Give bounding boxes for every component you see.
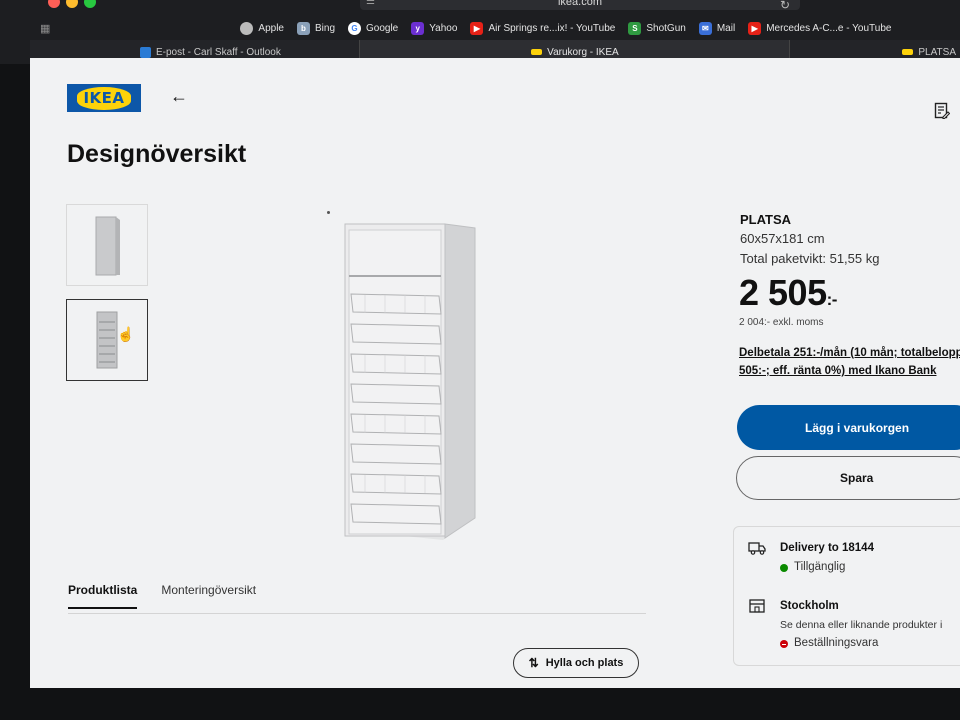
installment-line-2: 505:-; eff. ränta 0%) med Ikano Bank xyxy=(739,365,937,377)
bookmark-label: Air Springs re...ix! - YouTube xyxy=(488,22,616,34)
order-item-status-dot xyxy=(780,640,788,648)
availability-box: Delivery to 18144 Tillgänglig Stockholm … xyxy=(733,526,960,666)
delivery-title: Delivery to 18144 xyxy=(780,542,874,554)
installment-link[interactable]: Delbetala 251:-/mån (10 mån; totalbelopp… xyxy=(739,344,960,380)
back-arrow-icon[interactable]: ← xyxy=(170,86,188,107)
bookmark-label: ShotGun xyxy=(646,22,686,34)
document-edit-icon[interactable] xyxy=(934,102,950,120)
tab-label: Varukorg - IKEA xyxy=(547,46,619,58)
wardrobe-baskets-thumbnail-image xyxy=(96,311,118,369)
browser-chrome: ikea.com ☰ ↻ ▦ Apple b Bing G Google y Y… xyxy=(0,0,960,64)
bookmark-shotgun[interactable]: S ShotGun xyxy=(628,21,686,35)
bookmarks-bar: ▦ Apple b Bing G Google y Yahoo ▶ Air Sp… xyxy=(40,18,960,38)
close-window-button[interactable] xyxy=(48,0,60,8)
youtube-icon: ▶ xyxy=(748,21,762,35)
youtube-icon: ▶ xyxy=(470,21,484,35)
price-suffix: :- xyxy=(826,290,838,309)
bing-icon: b xyxy=(296,21,310,35)
minimize-window-button[interactable] xyxy=(66,0,78,8)
thumbnail-open-view[interactable]: ☝ xyxy=(66,299,148,381)
product-price: 2 505:- xyxy=(739,272,837,314)
bookmark-yahoo[interactable]: y Yahoo xyxy=(411,21,458,35)
logo-oval: IKEA xyxy=(77,86,131,110)
bookmark-label: Mercedes A-C...e - YouTube xyxy=(766,22,892,34)
url-text: ikea.com xyxy=(557,0,603,8)
apple-icon xyxy=(240,21,254,35)
sort-icon: ⇅ xyxy=(528,656,539,670)
product-name: PLATSA xyxy=(740,212,792,227)
ikea-page: IKEA ← Designöversikt ☝ Produktlista Mon… xyxy=(30,58,960,688)
bookmark-air-springs[interactable]: ▶ Air Springs re...ix! - YouTube xyxy=(470,21,616,35)
address-bar[interactable]: ikea.com xyxy=(360,0,800,10)
installment-line-1: Delbetala 251:-/mån (10 mån; totalbelopp xyxy=(739,347,960,359)
outlook-icon xyxy=(140,46,151,58)
platsa-wardrobe-image xyxy=(344,223,476,540)
store-icon xyxy=(749,599,765,613)
store-status: Beställningsvara xyxy=(794,637,879,649)
page-title: Designöversikt xyxy=(67,140,247,168)
tab-label: E-post - Carl Skaff - Outlook xyxy=(156,46,281,58)
google-icon: G xyxy=(348,21,361,35)
bookmark-label: Mail xyxy=(716,22,736,34)
bookmark-mail[interactable]: ✉ Mail xyxy=(698,21,736,35)
price-value: 2 505 xyxy=(739,272,827,313)
sidebar-toggle-icon[interactable]: ☰ xyxy=(366,0,375,7)
yahoo-icon: y xyxy=(411,21,425,35)
reload-icon[interactable]: ↻ xyxy=(780,0,790,12)
ikea-icon xyxy=(902,49,914,55)
bookmark-bing[interactable]: b Bing xyxy=(296,21,335,35)
apps-grid-icon[interactable]: ▦ xyxy=(40,22,50,35)
bookmark-mercedes[interactable]: ▶ Mercedes A-C...e - YouTube xyxy=(748,21,892,35)
window-controls xyxy=(48,0,96,8)
shelf-button-label: Hylla och plats xyxy=(545,657,624,669)
thumbnail-closed-view[interactable] xyxy=(66,204,148,286)
bookmark-label: Yahoo xyxy=(429,22,458,34)
hand-cursor-icon: ☝ xyxy=(117,326,135,342)
tab-produktlista[interactable]: Produktlista xyxy=(68,583,138,609)
bookmark-label: Apple xyxy=(258,22,284,34)
tab-divider xyxy=(68,613,646,614)
bookmark-apple[interactable]: Apple xyxy=(240,21,284,35)
maximize-window-button[interactable] xyxy=(84,0,96,8)
delivery-truck-icon xyxy=(748,542,766,555)
decorative-dot xyxy=(327,211,330,214)
tab-label: PLATSA xyxy=(918,46,956,58)
available-status-dot xyxy=(780,564,788,572)
bookmark-google[interactable]: G Google xyxy=(348,21,399,35)
mail-icon: ✉ xyxy=(698,21,712,35)
ikea-icon xyxy=(531,49,543,55)
delivery-status: Tillgänglig xyxy=(794,561,846,573)
save-button[interactable]: Spara xyxy=(736,456,960,500)
product-weight: Total paketvikt: 51,55 kg xyxy=(740,251,880,266)
wardrobe-thumbnail-image xyxy=(95,216,120,276)
logo-text: IKEA xyxy=(83,88,125,107)
store-description: Se denna eller liknande produkter i xyxy=(780,619,943,631)
ikea-logo[interactable]: IKEA xyxy=(67,84,141,112)
add-to-cart-button[interactable]: Lägg i varukorgen xyxy=(737,405,960,450)
product-dimensions: 60x57x181 cm xyxy=(740,231,825,246)
bookmark-label: Bing xyxy=(314,22,335,34)
price-excluding-vat: 2 004:- exkl. moms xyxy=(739,317,824,328)
store-title: Stockholm xyxy=(780,600,839,612)
shotgun-icon: S xyxy=(628,21,642,35)
bookmark-label: Google xyxy=(366,22,399,34)
shelf-and-placement-button[interactable]: ⇅ Hylla och plats xyxy=(513,648,639,678)
product-tabs: Produktlista Monteringöversikt xyxy=(68,583,256,609)
tab-monteringoversikt[interactable]: Monteringöversikt xyxy=(161,583,256,609)
